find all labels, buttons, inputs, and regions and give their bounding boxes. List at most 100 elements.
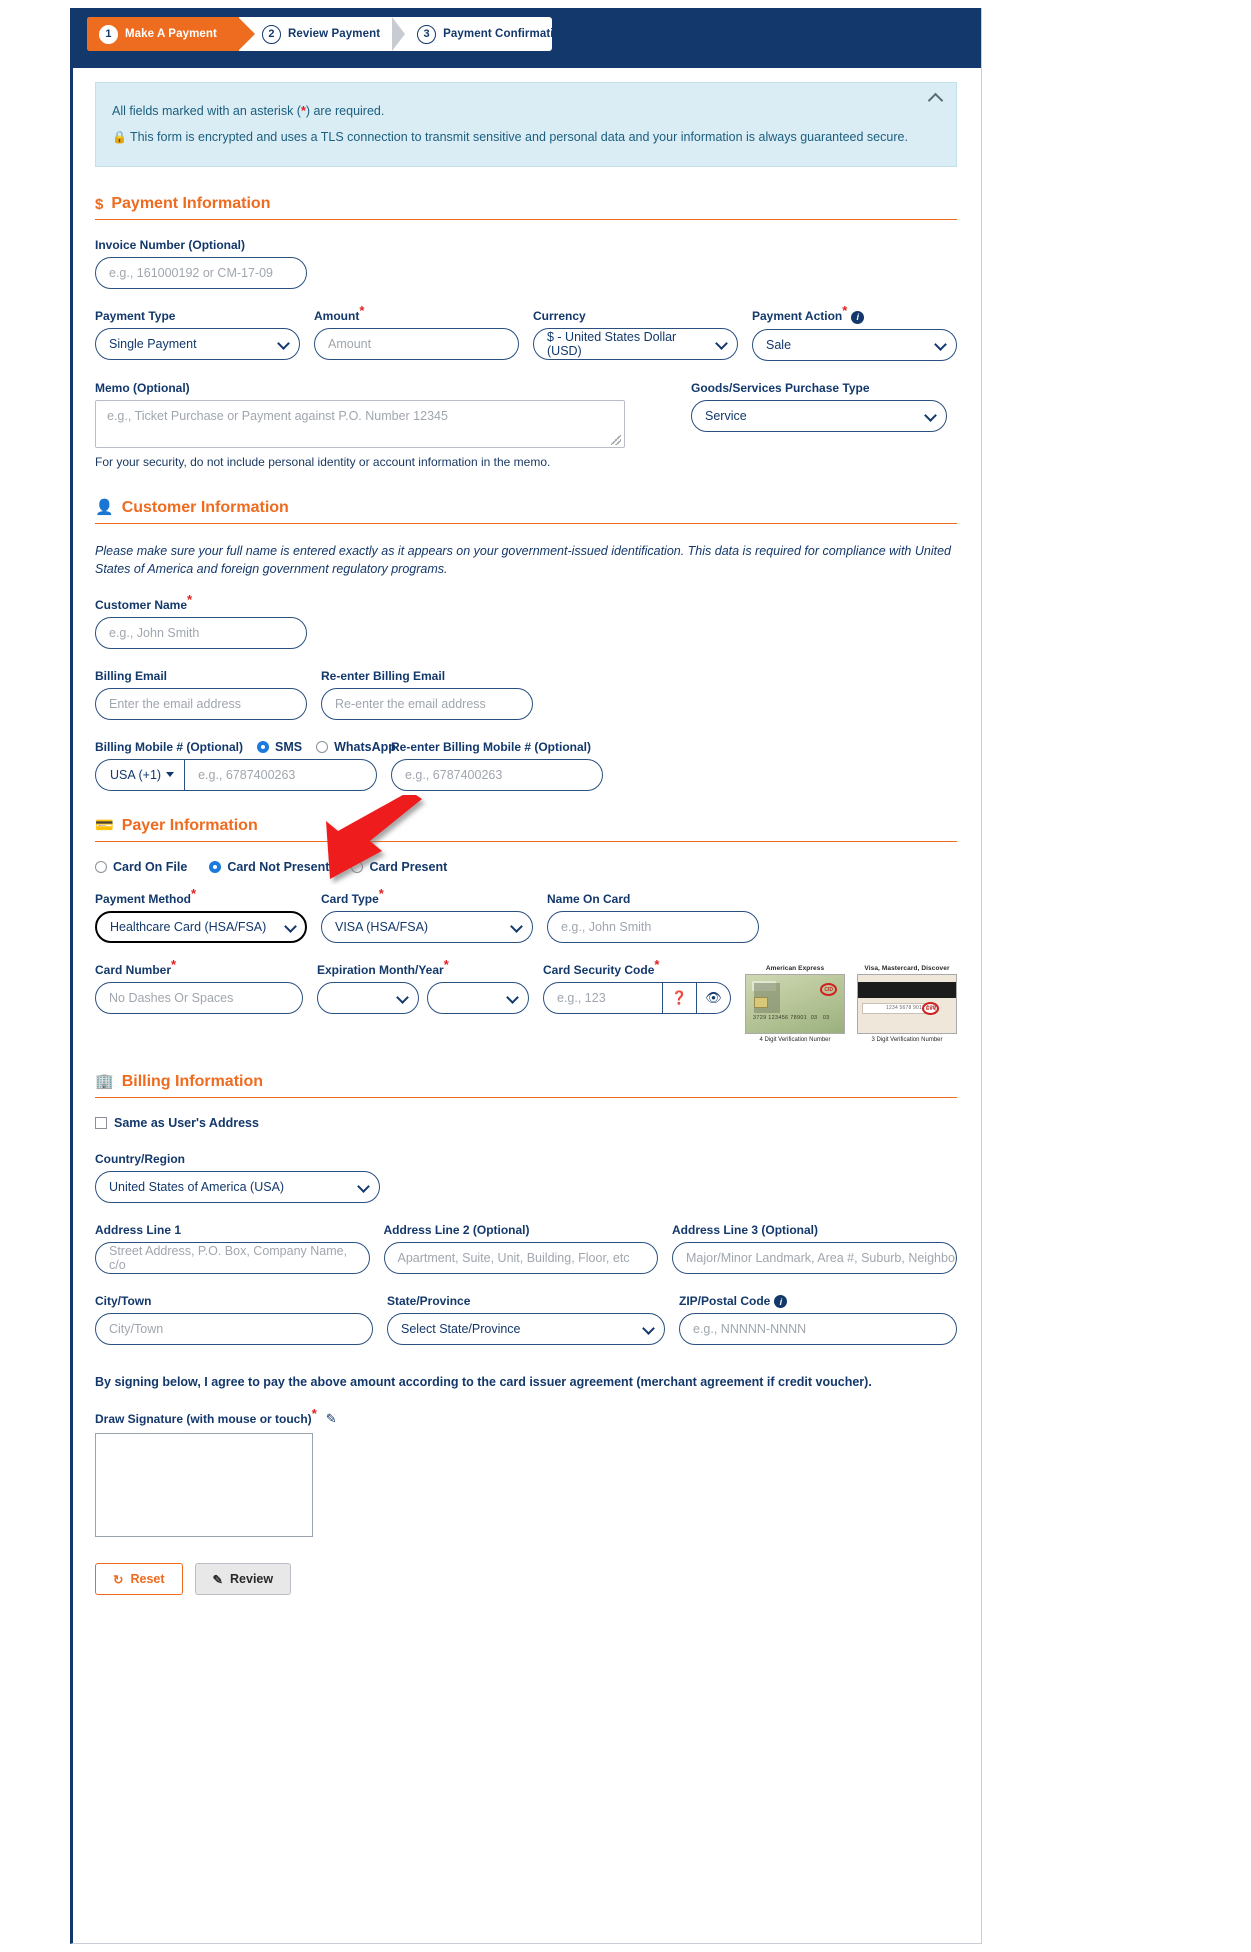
resize-grip-icon[interactable]: [611, 434, 621, 445]
label-goods-services: Goods/Services Purchase Type: [691, 380, 870, 395]
country-region-select-wrap: United States of America (USA): [95, 1170, 380, 1203]
payment-form-page: 1 Make A Payment 2 Review Payment 3 Paym…: [0, 0, 1251, 1952]
info-icon[interactable]: i: [774, 1295, 788, 1309]
step-number-1: 1: [99, 24, 118, 44]
required-marker-customer-name: *: [187, 591, 193, 607]
card-security-code-input[interactable]: e.g., 123: [543, 981, 663, 1014]
radio-card-present[interactable]: Card Present: [351, 860, 447, 874]
payment-method-select[interactable]: Healthcare Card (HSA/FSA): [95, 910, 307, 943]
field-card-security-code: Card Security Code* e.g., 123 ❓ 👁: [543, 958, 731, 1014]
address-line-3-input[interactable]: Major/Minor Landmark, Area #, Suburb, Ne…: [672, 1241, 957, 1274]
form-content: All fields marked with an asterisk (*) a…: [73, 68, 981, 1621]
step-number-3: 3: [417, 24, 437, 44]
amex-chip-icon: [754, 996, 768, 1008]
step-number-2: 2: [261, 24, 281, 44]
name-on-card-input[interactable]: e.g., John Smith: [547, 910, 759, 943]
invoice-number-input[interactable]: e.g., 161000192 or CM-17-09: [95, 257, 307, 290]
label-billing-mobile: Billing Mobile # (Optional) SMS WhatsApp: [95, 739, 396, 754]
radio-whatsapp-label: WhatsApp: [334, 739, 396, 754]
expiration-month-wrap: [317, 981, 419, 1014]
caret-down-icon: [166, 772, 175, 778]
chevron-up-icon[interactable]: [928, 89, 944, 105]
card-type-select[interactable]: VISA (HSA/FSA): [321, 910, 533, 943]
payment-action-select[interactable]: Sale: [752, 328, 957, 361]
amex-card-image: 3729 123456 78901 03 03 CID: [745, 973, 845, 1034]
eraser-icon[interactable]: ✎: [326, 1411, 337, 1427]
radio-card-on-file-label: Card On File: [113, 859, 188, 874]
label-reenter-billing-mobile: Re-enter Billing Mobile # (Optional): [391, 739, 592, 754]
info-icon[interactable]: i: [851, 310, 865, 324]
amount-input[interactable]: Amount: [314, 328, 519, 361]
field-address-line-3: Address Line 3 (Optional) Major/Minor La…: [672, 1223, 957, 1274]
form-notice: All fields marked with an asterisk (*) a…: [95, 82, 957, 168]
label-card-number: Card Number*: [95, 956, 177, 977]
label-name-on-card: Name On Card: [547, 891, 631, 906]
label-payment-method: Payment Method*: [95, 885, 197, 906]
visa-cvv-label: CVV: [925, 1005, 936, 1012]
section-title-payment-information: Payment Information: [111, 195, 271, 213]
address-line-2-input[interactable]: Apartment, Suite, Unit, Building, Floor,…: [383, 1241, 658, 1274]
section-header-billing-information: 🏢 Billing Information: [95, 1073, 957, 1098]
state-province-select-wrap: Select State/Province: [387, 1312, 665, 1345]
billing-mobile-input[interactable]: e.g., 6787400263: [184, 758, 377, 791]
expiration-month-select[interactable]: [317, 981, 419, 1014]
required-marker-card-type: *: [378, 885, 384, 901]
row-payment-details: Payment Type Single Payment Amount* Amou…: [95, 303, 957, 361]
reenter-billing-email-input[interactable]: Re-enter the email address: [321, 687, 533, 720]
section-title-payer-information: Payer Information: [121, 816, 258, 834]
eye-icon[interactable]: 👁: [697, 981, 731, 1014]
signature-canvas[interactable]: [95, 1433, 313, 1538]
signature-label-row: Draw Signature (with mouse or touch)* ✎: [95, 1407, 957, 1427]
label-amount: Amount*: [314, 303, 365, 324]
field-reenter-billing-mobile: Re-enter Billing Mobile # (Optional) e.g…: [391, 740, 603, 791]
radio-whatsapp[interactable]: WhatsApp: [316, 740, 396, 754]
step-review-payment[interactable]: 2 Review Payment: [252, 17, 394, 51]
visa-sample-title: Visa, Mastercard, Discover: [864, 964, 950, 972]
reset-button[interactable]: ↻ Reset: [95, 1563, 183, 1596]
same-as-user-address-checkbox[interactable]: [95, 1116, 107, 1129]
security-note-text: This form is encrypted and uses a TLS co…: [129, 129, 908, 144]
radio-sms[interactable]: SMS: [257, 740, 302, 754]
expiration-year-select[interactable]: [427, 981, 529, 1014]
field-country-region: Country/Region United States of America …: [95, 1152, 380, 1203]
row-card-credentials: Card Number* No Dashes Or Spaces Expirat…: [95, 956, 957, 1043]
section-header-payment-information: $ Payment Information: [95, 195, 957, 221]
radio-card-not-present[interactable]: Card Not Present: [209, 860, 329, 874]
currency-select-wrap: $ - United States Dollar (USD): [533, 328, 738, 361]
billing-email-input[interactable]: Enter the email address: [95, 687, 307, 720]
field-state-province: State/Province Select State/Province: [387, 1294, 665, 1345]
required-marker-expiration: *: [443, 956, 449, 972]
same-as-user-address-row[interactable]: Same as User's Address: [95, 1116, 957, 1130]
step-payment-confirmation[interactable]: 3 Payment Confirmation: [407, 17, 552, 51]
amex-sample-caption: 4 Digit Verification Number: [759, 1036, 831, 1043]
radio-card-on-file[interactable]: Card On File: [95, 860, 187, 874]
currency-select[interactable]: $ - United States Dollar (USD): [533, 328, 738, 361]
zip-postal-input[interactable]: e.g., NNNNN-NNNN: [679, 1313, 957, 1346]
card-number-input[interactable]: No Dashes Or Spaces: [95, 981, 303, 1014]
state-province-select[interactable]: Select State/Province: [387, 1312, 665, 1345]
goods-services-select[interactable]: Service: [691, 399, 947, 432]
city-town-input[interactable]: City/Town: [95, 1312, 373, 1345]
label-expiration: Expiration Month/Year*: [317, 956, 449, 977]
amex-cvv-sample: American Express 3729 123456 78901 03 03…: [745, 965, 845, 1043]
reenter-billing-mobile-input[interactable]: e.g., 6787400263: [391, 758, 603, 791]
goods-services-select-wrap: Service: [691, 399, 947, 432]
memo-textarea[interactable]: e.g., Ticket Purchase or Payment against…: [95, 399, 625, 448]
required-marker-payment-method: *: [191, 885, 197, 901]
label-customer-name: Customer Name*: [95, 591, 193, 612]
step-make-a-payment[interactable]: 1 Make A Payment: [87, 17, 255, 51]
memo-placeholder: e.g., Ticket Purchase or Payment against…: [107, 408, 448, 423]
visa-magnetic-stripe: [858, 981, 956, 998]
address-line-1-input[interactable]: Street Address, P.O. Box, Company Name, …: [95, 1241, 370, 1274]
refresh-icon: ↻: [113, 1572, 124, 1587]
review-button[interactable]: ✎ Review: [194, 1563, 292, 1596]
payment-type-select[interactable]: Single Payment: [95, 328, 300, 361]
label-currency: Currency: [533, 309, 586, 324]
radio-sms-label: SMS: [275, 739, 303, 754]
country-code-select[interactable]: USA (+1): [95, 758, 185, 791]
question-mark-icon[interactable]: ❓: [663, 981, 697, 1014]
visa-sample-caption: 3 Digit Verification Number: [871, 1036, 943, 1043]
customer-name-input[interactable]: e.g., John Smith: [95, 616, 307, 649]
field-address-line-1: Address Line 1 Street Address, P.O. Box,…: [95, 1223, 370, 1274]
country-region-select[interactable]: United States of America (USA): [95, 1170, 380, 1203]
